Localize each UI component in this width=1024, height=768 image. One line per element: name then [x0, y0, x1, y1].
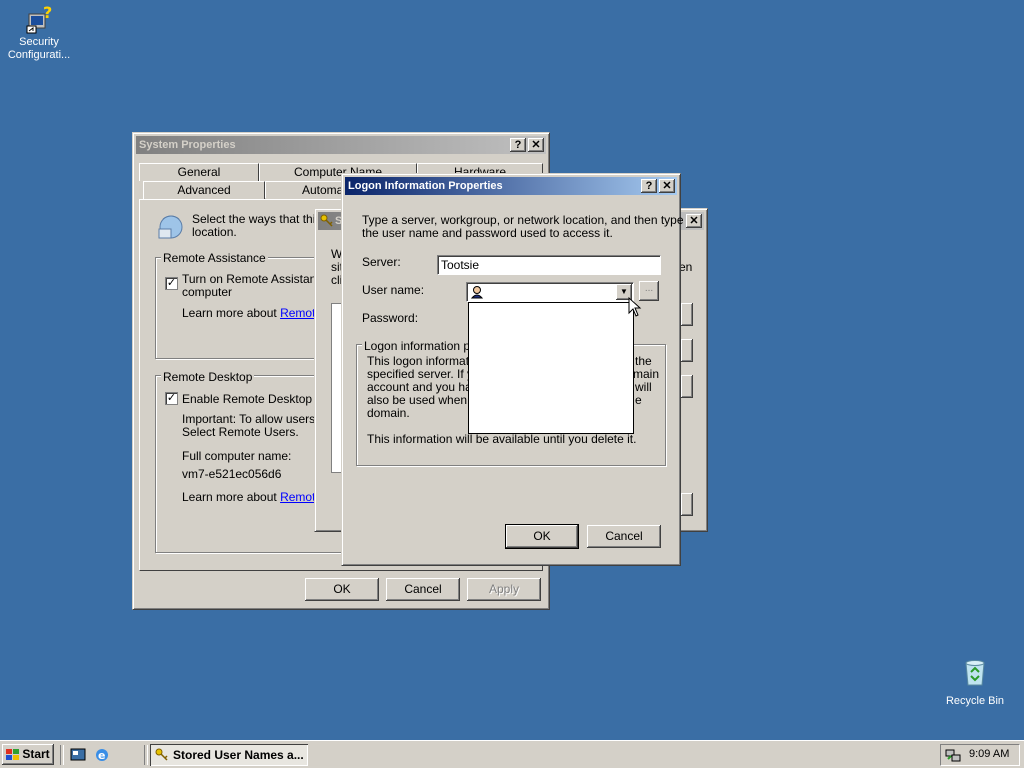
svg-text:e: e [98, 749, 105, 762]
network-icon[interactable] [945, 747, 961, 763]
password-label: Password: [362, 311, 419, 325]
server-input[interactable]: Tootsie [437, 255, 661, 275]
remote-desktop-checkbox[interactable]: ✓ [165, 392, 178, 405]
info-text: specified server. If yo [367, 367, 480, 381]
learn-more-text: Learn more about Remote A [182, 306, 333, 320]
instructions-text: Type a server, workgroup, or network loc… [362, 213, 684, 227]
task-label: Stored User Names a... [173, 748, 304, 762]
desktop-icon-label: Security [19, 36, 59, 48]
close-button[interactable]: ✕ [528, 138, 544, 152]
windows-logo-icon [6, 749, 19, 760]
username-label: User name: [362, 283, 425, 297]
username-combobox[interactable]: ▼ [466, 282, 634, 302]
close-button[interactable]: ✕ [659, 179, 675, 193]
description-text: en [679, 260, 693, 274]
window-title-bar[interactable]: Logon Information Properties ? ✕ [345, 177, 677, 195]
info-text: main [633, 367, 660, 381]
ok-button[interactable]: OK [305, 578, 379, 601]
taskbar-button-stored-user-names[interactable]: Stored User Names a... [150, 744, 308, 766]
window-title-bar[interactable]: System Properties ? ✕ [136, 136, 546, 154]
desktop-icon-security-config[interactable]: ? Security Configurati... [4, 4, 74, 66]
checkbox-label: Turn on Remote Assistance [182, 272, 329, 286]
mouse-cursor-icon [628, 297, 642, 317]
taskbar-separator [144, 745, 148, 765]
group-label: Remote Assistance [161, 251, 268, 265]
group-label: Logon information pro [362, 339, 483, 353]
help-button[interactable]: ? [641, 179, 657, 193]
checkbox-label: Enable Remote Desktop on [182, 392, 329, 406]
security-config-icon: ? [26, 4, 52, 34]
logon-information-dialog: Logon Information Properties ? ✕ Type a … [341, 173, 684, 566]
info-text: e [635, 393, 642, 407]
cancel-button[interactable]: Cancel [386, 578, 460, 601]
key-icon [155, 748, 168, 761]
remote-assistance-checkbox[interactable]: ✓ [165, 277, 178, 290]
internet-explorer-icon[interactable]: e [94, 747, 110, 763]
properties-button[interactable] [681, 375, 693, 398]
info-text: the [635, 354, 652, 368]
important-text: Select Remote Users. [182, 425, 299, 439]
intro-text: Select the ways that this c [192, 212, 331, 226]
checkbox-label: computer [182, 285, 233, 299]
learn-more-text: Learn more about Remote D [182, 490, 335, 504]
group-label: Remote Desktop [161, 370, 255, 384]
info-text: also be used when yo [367, 393, 484, 407]
instructions-text: the user name and password used to acces… [362, 226, 613, 240]
info-text: will [635, 380, 652, 394]
system-tray: 9:09 AM [940, 744, 1020, 766]
start-label: Start [22, 747, 50, 761]
desktop-icon-label: Configurati... [7, 49, 71, 61]
add-button[interactable] [681, 303, 693, 326]
taskbar: Start e Stored User Names a... 9:09 AM [0, 740, 1024, 768]
info-text: domain. [367, 406, 410, 420]
desktop-icon-label: Recycle Bin [945, 695, 1005, 707]
window-title: System Properties [139, 139, 236, 151]
desktop-icon-recycle-bin[interactable]: Recycle Bin [940, 656, 1010, 712]
remove-button[interactable] [681, 339, 693, 362]
computer-name-value: vm7-e521ec056d6 [182, 467, 282, 481]
close-button[interactable]: ✕ [686, 214, 702, 228]
show-desktop-icon[interactable] [70, 747, 86, 763]
window-title: Logon Information Properties [348, 180, 503, 192]
key-icon [320, 214, 333, 227]
start-button[interactable]: Start [2, 744, 54, 765]
remote-computer-icon [158, 215, 183, 239]
apply-button[interactable]: Apply [467, 578, 541, 601]
help-button[interactable]: ? [510, 138, 526, 152]
svg-text:?: ? [43, 4, 52, 22]
important-text: Important: To allow users to [182, 412, 329, 426]
clock[interactable]: 9:09 AM [969, 748, 1009, 760]
server-label: Server: [362, 255, 401, 269]
ok-button[interactable]: OK [505, 524, 579, 549]
tab-advanced[interactable]: Advanced [143, 181, 265, 199]
username-dropdown-list[interactable] [468, 302, 634, 434]
computer-name-label: Full computer name: [182, 449, 292, 463]
quick-launch-separator [60, 745, 64, 765]
info-footer-text: This information will be available until… [367, 432, 637, 446]
tab-general[interactable]: General [139, 163, 259, 181]
user-icon [470, 286, 484, 299]
close-dialog-button[interactable] [681, 493, 693, 516]
cancel-button[interactable]: Cancel [587, 525, 661, 548]
intro-text: location. [192, 225, 237, 239]
info-text: account and you hav [367, 380, 478, 394]
recycle-bin-icon [965, 660, 985, 686]
browse-button[interactable]: ... [639, 281, 659, 301]
